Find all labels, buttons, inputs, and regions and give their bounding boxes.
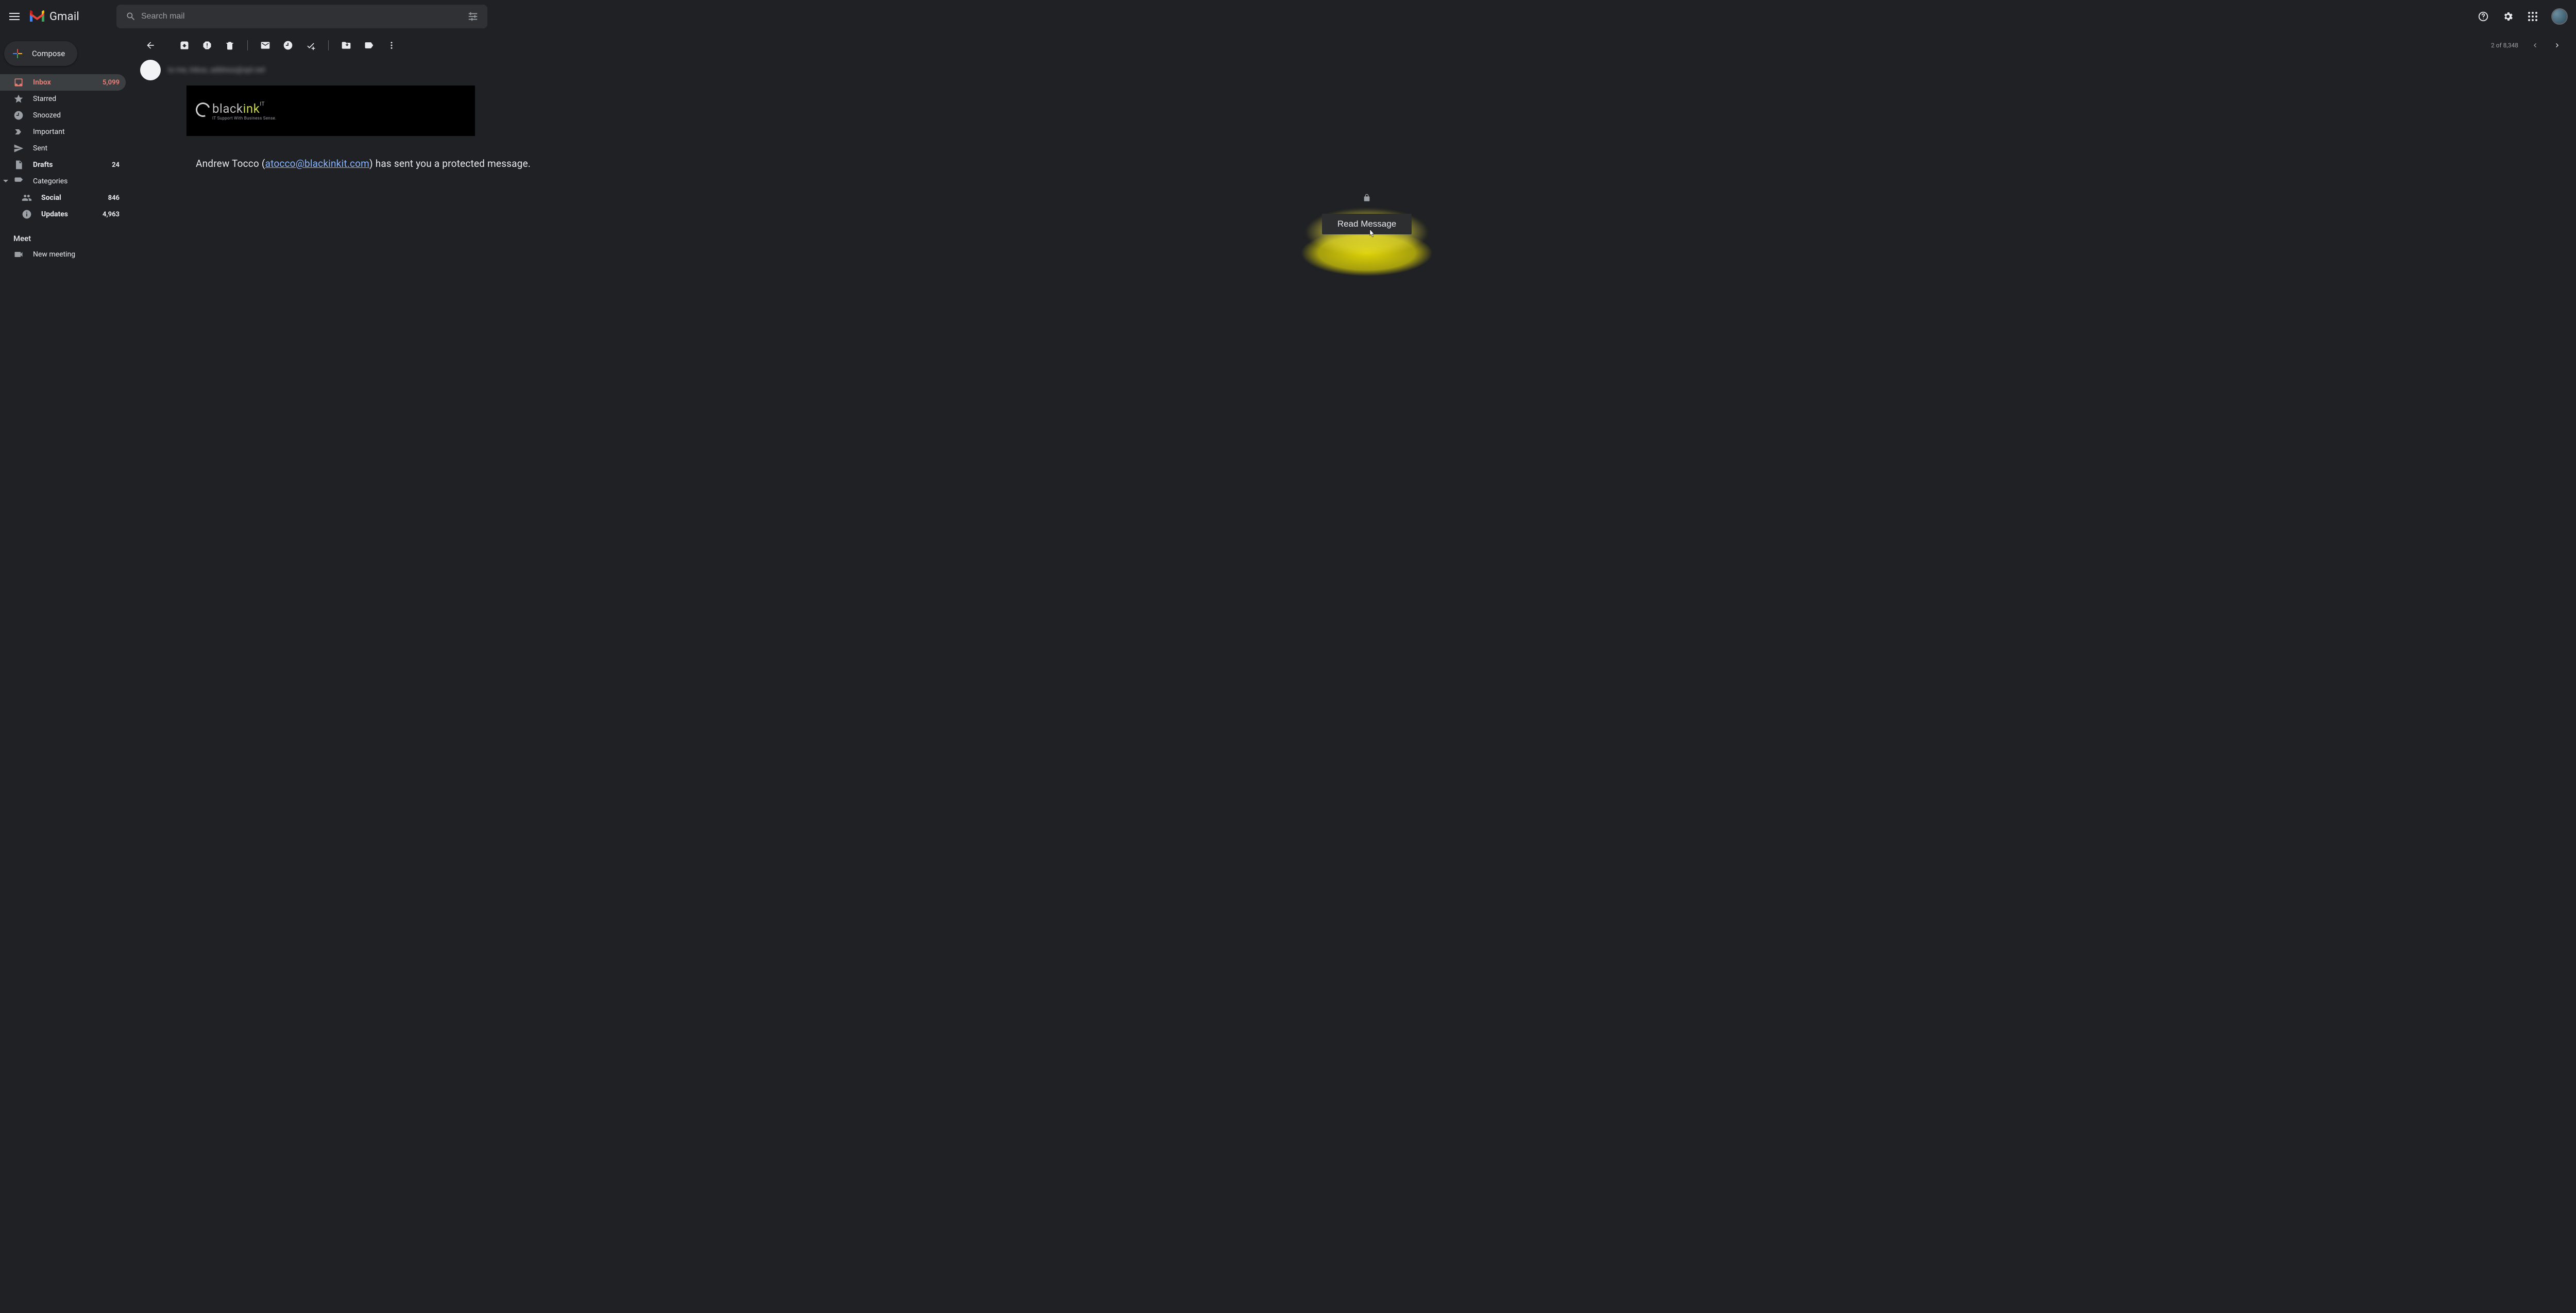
sender-row: to me, Inbox, address@opt.net xyxy=(140,58,2568,86)
add-to-tasks-icon[interactable] xyxy=(300,35,321,56)
blackink-logo-banner: blackinkIT IT Support With Business Sens… xyxy=(187,86,475,136)
move-to-icon[interactable] xyxy=(336,35,357,56)
gmail-m-icon xyxy=(29,10,45,23)
sidebar-item-updates[interactable]: Updates 4,963 xyxy=(0,206,126,223)
gmail-logo[interactable]: Gmail xyxy=(29,10,100,23)
blackink-tagline: IT Support With Business Sense. xyxy=(212,116,277,121)
account-avatar[interactable] xyxy=(2551,8,2568,25)
clock-icon xyxy=(13,110,24,121)
nav-label: Snoozed xyxy=(33,111,120,120)
sender-email-link[interactable]: atocco@blackinkit.com xyxy=(265,158,369,169)
nav-label: Sent xyxy=(33,144,120,152)
sender-to-line: to me, Inbox, address@opt.net xyxy=(168,66,265,74)
meet-heading: Meet xyxy=(0,231,132,246)
sidebar-item-inbox[interactable]: Inbox 5,099 xyxy=(0,74,126,91)
caret-down-icon xyxy=(3,179,8,184)
delete-icon[interactable] xyxy=(219,35,240,56)
app-header: Gmail xyxy=(0,0,2576,33)
sidebar: Compose Inbox 5,099 Starred Snoozed Impo… xyxy=(0,33,132,1313)
nav-count: 846 xyxy=(108,194,120,202)
message-body: blackinkIT IT Support With Business Sens… xyxy=(140,86,2568,255)
sidebar-item-sent[interactable]: Sent xyxy=(0,140,126,157)
message-toolbar: 2 of 8,348 xyxy=(132,33,2576,58)
people-icon xyxy=(22,193,32,203)
pointer-cursor-icon xyxy=(1367,228,1377,240)
nav-count: 4,963 xyxy=(103,211,120,218)
main-pane: 2 of 8,348 to me, Inbox, address@opt.net xyxy=(132,33,2576,1313)
pagination-text: 2 of 8,348 xyxy=(2491,42,2518,49)
nav-count: 24 xyxy=(112,161,120,169)
next-message-icon[interactable] xyxy=(2547,35,2568,56)
sender-avatar[interactable] xyxy=(140,60,161,80)
google-apps-icon[interactable] xyxy=(2522,6,2543,27)
support-icon[interactable] xyxy=(2473,6,2494,27)
drafts-icon xyxy=(13,160,24,170)
nav-count: 5,099 xyxy=(103,79,120,87)
search-icon[interactable] xyxy=(121,6,141,27)
sidebar-item-important[interactable]: Important xyxy=(0,124,126,140)
sidebar-item-snoozed[interactable]: Snoozed xyxy=(0,107,126,124)
main-menu-button[interactable] xyxy=(4,6,25,27)
blackink-swirl-icon xyxy=(193,100,212,119)
sent-icon xyxy=(13,143,24,154)
important-icon xyxy=(13,127,24,137)
archive-icon[interactable] xyxy=(174,35,195,56)
snooze-icon[interactable] xyxy=(278,35,298,56)
star-icon xyxy=(13,94,24,104)
search-input[interactable] xyxy=(141,5,463,28)
nav-label: Starred xyxy=(33,95,120,103)
search-bar[interactable] xyxy=(116,5,487,28)
search-options-icon[interactable] xyxy=(463,6,483,27)
sidebar-item-categories[interactable]: Categories xyxy=(0,173,126,190)
sidebar-item-social[interactable]: Social 846 xyxy=(0,190,126,206)
compose-button[interactable]: Compose xyxy=(4,41,77,66)
report-spam-icon[interactable] xyxy=(197,35,217,56)
more-icon[interactable] xyxy=(381,35,402,56)
label-icon xyxy=(13,176,24,186)
nav-label: Drafts xyxy=(33,161,103,169)
compose-plus-icon xyxy=(11,47,24,60)
settings-gear-icon[interactable] xyxy=(2498,6,2518,27)
labels-icon[interactable] xyxy=(359,35,379,56)
nav-label: Updates xyxy=(41,210,93,218)
nav-label: Important xyxy=(33,128,120,136)
protected-message-text: Andrew Tocco (atocco@blackinkit.com) has… xyxy=(196,158,2547,169)
info-icon xyxy=(22,209,32,219)
nav-label: New meeting xyxy=(33,250,120,259)
nav-label: Categories xyxy=(33,177,120,185)
nav-label: Social xyxy=(41,194,99,202)
gmail-wordmark: Gmail xyxy=(49,10,79,23)
inbox-icon xyxy=(13,77,24,88)
sidebar-item-new-meeting[interactable]: New meeting xyxy=(0,246,126,263)
video-icon xyxy=(13,249,24,260)
compose-label: Compose xyxy=(32,49,65,58)
back-arrow-icon[interactable] xyxy=(140,35,161,56)
prev-message-icon[interactable] xyxy=(2524,35,2545,56)
sidebar-item-starred[interactable]: Starred xyxy=(0,91,126,107)
mark-unread-icon[interactable] xyxy=(255,35,276,56)
nav-label: Inbox xyxy=(33,78,93,87)
blackink-wordmark: blackinkIT xyxy=(212,101,277,116)
sidebar-item-drafts[interactable]: Drafts 24 xyxy=(0,157,126,173)
